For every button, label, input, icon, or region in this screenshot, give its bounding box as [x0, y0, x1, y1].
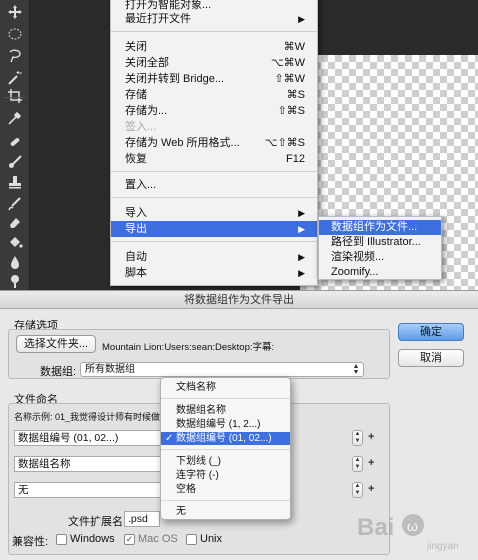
add-naming-2-icon[interactable]: + [368, 457, 374, 469]
menu-separator [111, 241, 317, 242]
popup-item-hyphen[interactable]: 连字符 (-) [161, 469, 290, 482]
add-naming-1-icon[interactable]: + [368, 431, 374, 443]
menu-item-export[interactable]: 导出 ▶ [111, 221, 317, 237]
popup-item-data-set-number-01[interactable]: ✓ 数据组编号 (01, 02...) [161, 432, 290, 445]
add-naming-3-icon[interactable]: + [368, 483, 374, 495]
unix-label: Unix [200, 533, 223, 545]
naming-field-1[interactable]: 数据组编号 (01, 02...) [14, 430, 164, 446]
naming-stepper-2[interactable]: ▲ ▼ [352, 456, 363, 472]
menu-item-save-as[interactable]: 存储为... ⇧⌘S [111, 103, 317, 119]
naming-example: 名称示例: 01_我觉得设计师有时候做得... [14, 412, 177, 422]
extension-label: 文件扩展名: [68, 516, 127, 528]
screenshot-root: { "file_menu": { "items": [ {"label": "打… [0, 0, 478, 560]
folder-path: Mountain Lion:Users:sean:Desktop:字幕: [102, 342, 275, 353]
export-submenu: 数据组作为文件... 路径到 Illustrator... 渲染视频... Zo… [318, 216, 442, 280]
crop-tool-icon[interactable] [5, 86, 25, 106]
macos-checkbox: ✓ [124, 534, 135, 545]
menu-item-close-all[interactable]: 关闭全部 ⌥⌘W [111, 55, 317, 71]
menu-item-save[interactable]: 存储 ⌘S [111, 87, 317, 103]
popup-item-data-set-number-1[interactable]: 数据组编号 (1, 2...) [161, 418, 290, 431]
submenu-arrow-icon: ▶ [298, 252, 305, 262]
ok-button[interactable]: 确定 [398, 323, 464, 341]
popup-item-none[interactable]: 无 [161, 505, 290, 518]
lasso-tool-icon[interactable] [5, 46, 25, 66]
history-brush-icon[interactable] [5, 194, 25, 214]
menu-item-import[interactable]: 导入 ▶ [111, 205, 317, 221]
submenu-arrow-icon: ▶ [298, 208, 305, 218]
submenu-item-render-video[interactable]: 渲染视频... [319, 250, 441, 265]
submenu-item-zoomify[interactable]: Zoomify... [319, 265, 441, 280]
popup-item-space[interactable]: 空格 [161, 483, 290, 496]
cancel-button[interactable]: 取消 [398, 349, 464, 367]
menu-item-check-in: 签入... [125, 121, 157, 133]
menu-item-save-for-web[interactable]: 存储为 Web 所用格式... ⌥⇧⌘S [111, 135, 317, 151]
naming-stepper-1[interactable]: ▲ ▼ [352, 430, 363, 446]
file-menu: 打开为智能对象... 最近打开文件 ▶ 关闭 ⌘W 关闭全部 ⌥⌘W 关闭并转到 Br… [110, 0, 318, 286]
menu-item-close-go-bridge[interactable]: 关闭并转到 Bridge... ⇧⌘W [111, 71, 317, 87]
menu-separator [111, 171, 317, 172]
submenu-item-data-sets-as-files[interactable]: 数据组作为文件... [319, 220, 441, 235]
baidu-watermark: Bai ω jingyan [355, 505, 475, 555]
popup-item-document-name[interactable]: 文档名称 [161, 381, 290, 394]
popup-item-underscore[interactable]: 下划线 (_) [161, 455, 290, 468]
submenu-arrow-icon: ▶ [298, 224, 305, 234]
menu-item-automate[interactable]: 自动 ▶ [111, 249, 317, 265]
eraser-tool-icon[interactable] [5, 212, 25, 232]
healing-brush-icon[interactable] [5, 132, 25, 152]
windows-checkbox[interactable] [56, 534, 67, 545]
compatibility-label: 兼容性: [12, 536, 49, 548]
select-caret-icon: ▲ ▼ [352, 363, 360, 376]
watermark-text: Bai [357, 514, 394, 541]
submenu-item-paths-to-illustrator[interactable]: 路径到 Illustrator... [319, 235, 441, 250]
naming-popup-menu: 文档名称 数据组名称 数据组编号 (1, 2...) ✓ 数据组编号 (01, 0… [160, 377, 291, 520]
menu-separator [161, 398, 290, 399]
dodge-tool-icon[interactable] [5, 270, 25, 290]
magic-wand-icon[interactable] [5, 68, 25, 88]
menu-separator [161, 449, 290, 450]
menu-separator [111, 197, 317, 198]
windows-label: Windows [70, 533, 115, 545]
blur-tool-icon[interactable] [5, 252, 25, 272]
data-set-value: 所有数据组 [85, 364, 135, 375]
menu-separator [161, 500, 290, 501]
photoshop-window: 打开为智能对象... 最近打开文件 ▶ 关闭 ⌘W 关闭全部 ⌥⌘W 关闭并转到 Br… [0, 0, 478, 290]
tools-panel [0, 0, 30, 290]
marquee-tool-icon[interactable] [5, 24, 25, 44]
data-set-select[interactable]: 所有数据组 ▲ ▼ [80, 362, 364, 377]
submenu-arrow-icon: ▶ [298, 14, 305, 24]
unix-checkbox[interactable] [186, 534, 197, 545]
macos-label: Mac OS [138, 533, 178, 545]
naming-stepper-3[interactable]: ▲ ▼ [352, 482, 363, 498]
menu-item-revert[interactable]: 恢复 F12 [111, 151, 317, 167]
move-tool-icon[interactable] [5, 2, 25, 22]
clone-stamp-icon[interactable] [5, 172, 25, 192]
naming-field-3[interactable]: 无 [14, 482, 164, 498]
menu-item-close[interactable]: 关闭 ⌘W [111, 39, 317, 55]
naming-field-2[interactable]: 数据组名称 [14, 456, 164, 472]
tools-divider [4, 97, 26, 98]
watermark-sub: jingyan [426, 541, 459, 552]
checkmark-icon: ✓ [165, 433, 174, 444]
dialog-title: 将数据组作为文件导出 [0, 291, 478, 309]
choose-folder-button[interactable]: 选择文件夹... [16, 335, 96, 353]
eyedropper-icon[interactable] [5, 108, 25, 128]
menu-item-place[interactable]: 置入... [111, 177, 317, 193]
svg-text:ω: ω [407, 518, 418, 534]
brush-tool-icon[interactable] [5, 152, 25, 172]
menu-separator [111, 31, 317, 32]
menu-item-scripts[interactable]: 脚本 ▶ [111, 265, 317, 281]
extension-field[interactable]: .psd [124, 511, 160, 527]
submenu-arrow-icon: ▶ [298, 268, 305, 278]
data-set-label: 数据组: [40, 366, 77, 378]
popup-item-data-set-name[interactable]: 数据组名称 [161, 404, 290, 417]
menu-item-open-recent[interactable]: 最近打开文件 ▶ [111, 11, 317, 27]
paint-bucket-icon[interactable] [5, 232, 25, 252]
